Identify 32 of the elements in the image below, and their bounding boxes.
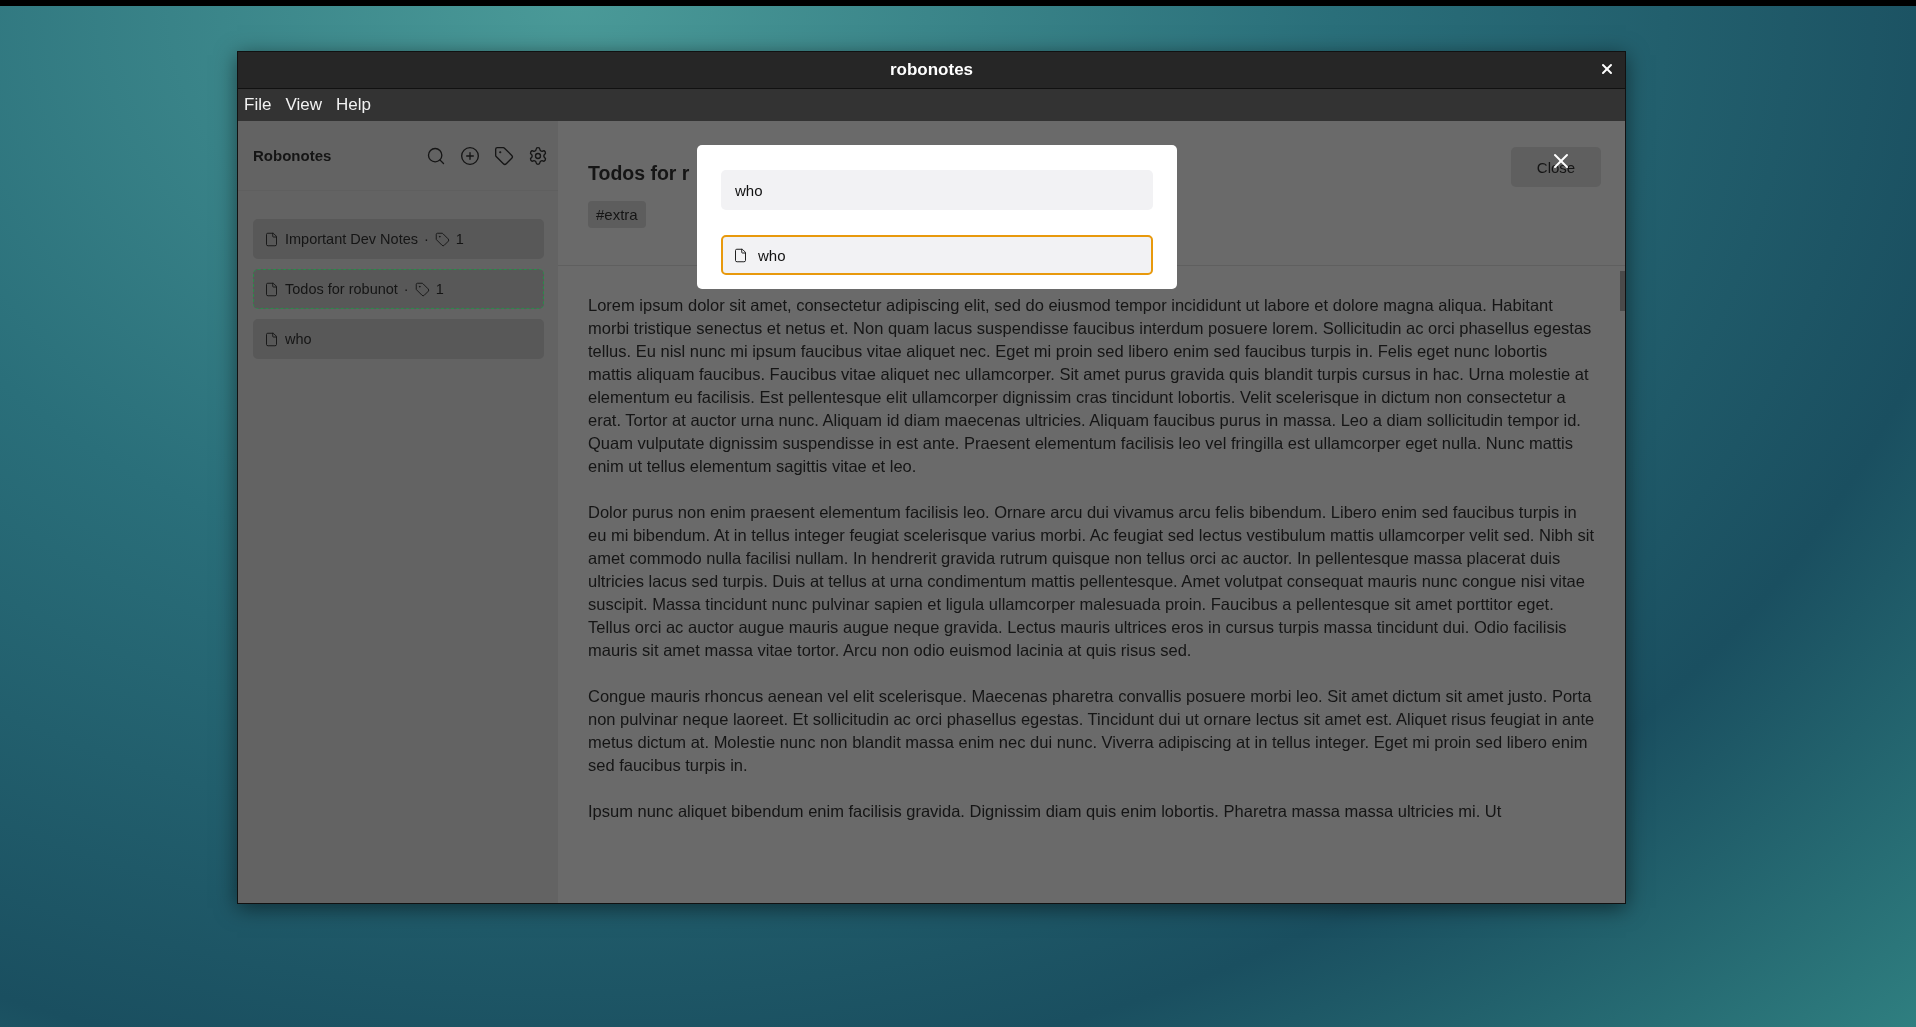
search-field[interactable]: who [721,170,1153,210]
scrollbar-thumb[interactable] [1620,271,1625,311]
menu-item[interactable]: View [285,95,322,115]
close-icon[interactable] [1599,61,1615,77]
note-title: who [285,331,312,347]
note-paragraph: Lorem ipsum dolor sit amet, consectetur adipiscing elit, sed do eiusmod tempor incididunt ut labore et dolore magna aliqua. Habitant morbi tristique senectus et netus et. Non quam lacus suspendisse faucibus interdum posuere lorem. Sollicitudin ac orci phasellus egestas tellus. Eu nisl nunc mi ipsum faucibus vitae aliquet nec. Eget mi proin sed libero enim sed faucibus turpis in. Felis eget nunc lobortis mattis aliquam faucibus. Faucibus vitae aliquet nec ullamcorper. Sit amet purus gravida quis blandit turpis cursus in hac. Urna molestie at elementum eu facilisis. Est pellentesque elit ullamcorper dignissim cras tincidunt lobortis. Velit scelerisque in dictum non consectetur a erat. Tortor at auctor urna nunc. Aliquam id diam maecenas ultricies. Aliquam faucibus purus in massa. Leo a diam sollicitudin tempor id. Quam vulputate dignissim suspendisse in est ante. Praesent elementum facilisis leo vel fringilla est ullamcorper eget nulla. Nunc mattis enim ut tellus elementum sagittis vitae et leo. [588,295,1593,477]
result-title: who [758,246,786,264]
document-icon [264,231,279,247]
tag-icon[interactable] [494,145,514,166]
separator: · [424,231,429,247]
note-title: Todos for robunot [285,281,398,297]
note-title: Todos for r [588,162,690,185]
menu-item[interactable]: Help [335,95,371,115]
note-title: Important Dev Notes [285,231,418,247]
document-icon [264,281,279,297]
note-paragraph: Congue mauris rhoncus aenean vel elit scelerisque. Maecenas pharetra convallis posuere morbi leo. Sit amet dictum sit amet justo. Porta non pulvinar neque laoreet. Et sollicitudin ac orci phasellus egestas. Tincidunt dui ut ornare lectus sit amet est. Aliquet risus feugiat in ante metus dictum at. Molestie nunc non blandit massa enim nec dui nunc. Viverra adipiscing at in tellus integer. Eget mi proin sed libero enim sed faucibus turpis in. [588,686,1595,776]
settings-icon[interactable] [528,145,548,166]
window-title: robonotes [889,60,974,80]
note-paragraph: Dolor purus non enim praesent elementum facilisis leo. Ornare arcu dui vivamus arcu felis bibendum. Libero enim sed faucibus turpis in eu mi bibendum. At in tellus integer feugiat scelerisque varius morbi. Ac feugiat sed lectus vestibulum mattis ullamcorper velit sed. Nibh sit amet commodo nulla facilisi nullam. In hendrerit gravida rutrum quisque non tellus orci ac auctor. In pellentesque massa placerat duis ultricies lacus sed turpis. Duis at tellus at urna condimentum mattis pellentesque. Amet volutpat consequat mauris nunc congue nisi vitae suscipit. Massa tincidunt nunc pulvinar sapien et ligula ullamcorper malesuada proin. Faucibus a pellentesque sit amet porttitor eget. Tellus orci ac auctor augue mauris augue neque gravida. Lectus mauris ultrices eros in cursus turpis massa tincidunt dui. Odio facilisis mauris sit amet massa vitae tortor. Arcu non odio euismod lacinia at quis risus sed. [588,502,1595,661]
document-icon [264,331,279,347]
tag-icon [434,231,450,247]
sidebar-title: Robonotes [253,147,333,164]
tag-count: 1 [455,231,464,247]
menu-item[interactable]: File [244,95,272,115]
search-icon[interactable] [426,145,446,166]
plus-circle-icon[interactable] [460,145,480,166]
tag-icon [414,281,430,297]
document-icon [733,247,748,263]
tag-count: 1 [435,281,444,297]
search-result[interactable]: who [721,235,1153,275]
separator: · [403,281,409,297]
note-paragraph: Ipsum nunc aliquet bibendum enim facilisis gravida. Dignissim diam quis enim lobortis. Pharetra massa massa ultricies mi. Ut [588,801,1503,822]
